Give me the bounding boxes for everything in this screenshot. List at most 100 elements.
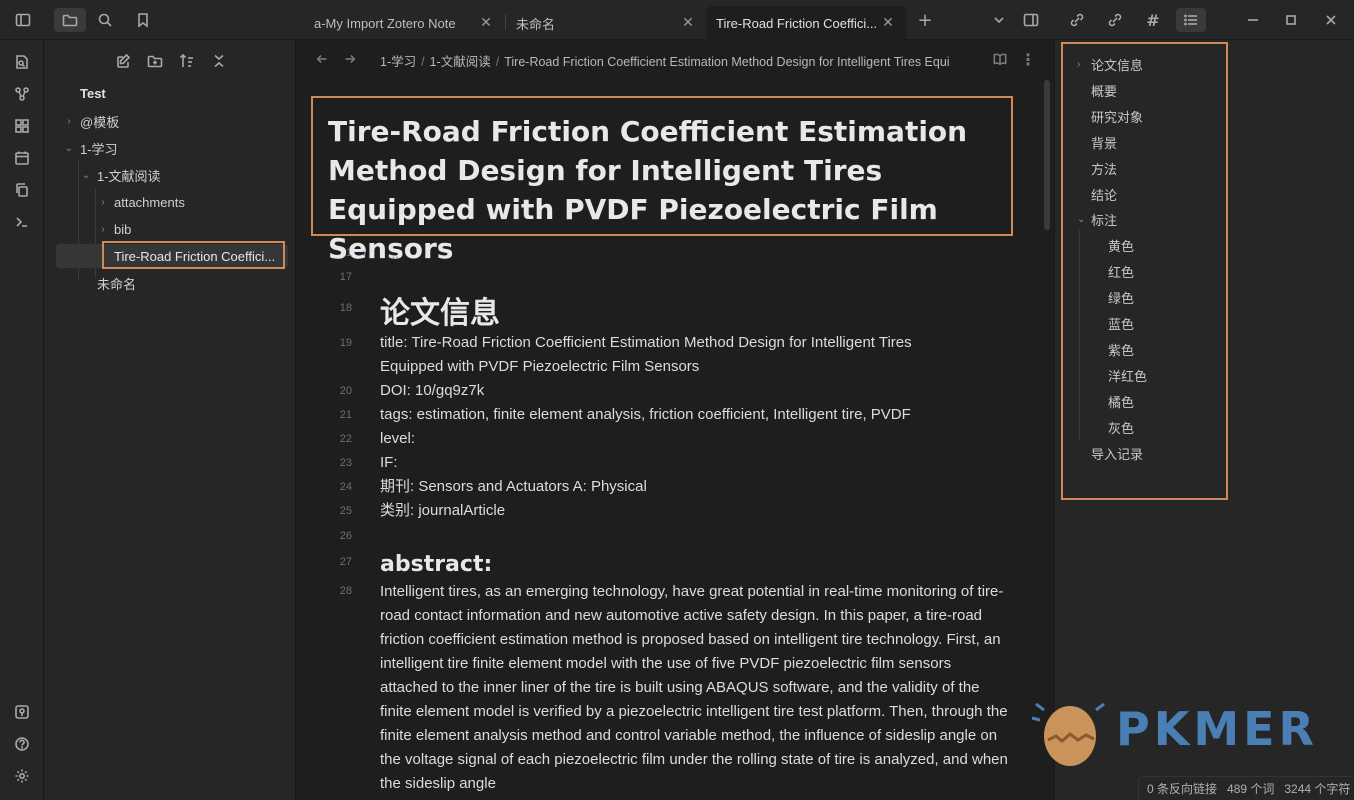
meta-journal[interactable]: 期刊: Sensors and Actuators A: Physical xyxy=(380,475,647,499)
outline-guide xyxy=(1079,230,1080,440)
outline-item[interactable]: 概要 xyxy=(1091,79,1117,101)
outline-item-annotations[interactable]: ⌄ 标注 xyxy=(1077,208,1117,230)
outline-item-paper-info[interactable]: › 论文信息 xyxy=(1077,53,1143,75)
vault-name[interactable]: Test xyxy=(80,86,106,101)
outline-item-label: 红色 xyxy=(1108,264,1135,280)
back-arrow-icon[interactable] xyxy=(312,48,332,70)
line-number: 25 xyxy=(339,505,352,517)
outline-item[interactable]: 黄色 xyxy=(1108,234,1134,256)
terminal-icon[interactable] xyxy=(10,210,34,234)
tab-zotero-note[interactable]: a-My Import Zotero Note ✕ xyxy=(304,6,504,40)
chevron-right-icon[interactable]: › xyxy=(362,246,367,260)
meta-doi[interactable]: DOI: 10/gq9z7k xyxy=(380,379,484,403)
outline-item[interactable]: 结论 xyxy=(1091,183,1117,205)
tree-item-label: @模板 xyxy=(80,114,120,130)
annotation-box xyxy=(311,96,1013,236)
backlink-count[interactable]: 0 条反向链接 xyxy=(1147,780,1217,797)
vault-switcher-icon[interactable] xyxy=(10,700,34,724)
tree-item-label: 1-文献阅读 xyxy=(97,168,161,184)
tree-folder-bib[interactable]: › bib xyxy=(96,216,131,242)
minimize-icon[interactable] xyxy=(1240,8,1266,32)
line-number: 20 xyxy=(339,385,352,397)
graph-view-icon[interactable] xyxy=(10,82,34,106)
line-number: 22 xyxy=(339,433,352,445)
outline-item-label: 橘色 xyxy=(1108,394,1135,410)
right-sidebar-toggle-icon[interactable] xyxy=(1018,8,1044,32)
outline-panel: › 论文信息 概要 研究对象 背景 方法 结论 ⌄ 标注 黄色 红色 绿色 蓝色… xyxy=(1054,40,1354,800)
open-quick-switcher-icon[interactable] xyxy=(10,50,34,74)
breadcrumb-item[interactable]: Tire-Road Friction Coefficient Estimatio… xyxy=(504,55,949,69)
meta-if[interactable]: IF: xyxy=(380,451,398,475)
close-icon[interactable]: ✕ xyxy=(478,15,494,31)
editor-pane: 1-学习/1-文献阅读 / Tire-Road Friction Coefficie… xyxy=(296,40,1054,800)
canvas-icon[interactable] xyxy=(10,114,34,138)
copy-icon[interactable] xyxy=(10,178,34,202)
folded-frontmatter[interactable]: ... xyxy=(388,242,399,266)
pkmer-watermark: PKMER xyxy=(1030,694,1330,770)
outline-item[interactable]: 蓝色 xyxy=(1108,312,1134,334)
meta-level[interactable]: level: xyxy=(380,427,415,451)
tree-folder-study[interactable]: ⌄ 1-学习 xyxy=(62,135,118,161)
bookmark-icon[interactable] xyxy=(130,8,156,32)
sidebar-toggle-icon[interactable] xyxy=(10,8,36,32)
backlinks-icon[interactable] xyxy=(1064,8,1090,32)
settings-gear-icon[interactable] xyxy=(10,764,34,788)
heading-paper-info[interactable]: 论文信息 xyxy=(380,292,500,336)
calendar-icon[interactable] xyxy=(10,146,34,170)
outline-item[interactable]: 紫色 xyxy=(1108,338,1134,360)
abstract-paragraph[interactable]: Intelligent tires, as an emerging techno… xyxy=(380,580,1010,796)
tab-untitled[interactable]: 未命名 ✕ xyxy=(506,6,706,40)
tree-folder-literature[interactable]: ⌄ 1-文献阅读 xyxy=(79,162,161,188)
outline-item[interactable]: 研究对象 xyxy=(1091,105,1143,127)
line-number: 24 xyxy=(339,481,352,493)
outline-item[interactable]: 导入记录 xyxy=(1091,442,1143,464)
tags-icon[interactable]: # xyxy=(1140,8,1166,32)
editor-scrollbar[interactable] xyxy=(1044,80,1050,230)
new-note-icon[interactable] xyxy=(110,50,136,72)
tree-file-untitled[interactable]: 未命名 xyxy=(97,270,136,296)
file-explorer: Test › @模板 ⌄ 1-学习 ⌄ 1-文献阅读 › attachments… xyxy=(44,40,296,800)
outline-item[interactable]: 方法 xyxy=(1091,157,1117,179)
breadcrumb-item[interactable]: 1-学习 xyxy=(380,55,416,69)
sort-icon[interactable] xyxy=(174,50,200,72)
outline-item-label: 洋红色 xyxy=(1108,368,1148,384)
search-icon[interactable] xyxy=(92,8,118,32)
line-number: 28 xyxy=(339,585,352,597)
outgoing-links-icon[interactable] xyxy=(1102,8,1128,32)
help-icon[interactable] xyxy=(10,732,34,756)
close-icon[interactable]: ✕ xyxy=(880,15,896,31)
close-icon[interactable]: ✕ xyxy=(680,15,696,31)
line-number: 21 xyxy=(339,409,352,421)
tab-tire-road[interactable]: Tire-Road Friction Coeffici... ✕ xyxy=(706,6,906,40)
forward-arrow-icon[interactable] xyxy=(340,48,360,70)
close-window-icon[interactable] xyxy=(1318,8,1344,32)
outline-item[interactable]: 橘色 xyxy=(1108,390,1134,412)
heading-abstract[interactable]: abstract: xyxy=(380,550,492,580)
breadcrumb-item[interactable]: 1-文献阅读 xyxy=(430,55,491,69)
meta-title[interactable]: title: Tire-Road Friction Coefficient Es… xyxy=(380,331,912,355)
outline-item[interactable]: 灰色 xyxy=(1108,416,1134,438)
outline-item[interactable]: 洋红色 xyxy=(1108,364,1147,386)
outline-item-label: 绿色 xyxy=(1108,290,1135,306)
outline-item[interactable]: 绿色 xyxy=(1108,286,1134,308)
chevron-down-icon[interactable] xyxy=(986,8,1012,32)
outline-item[interactable]: 红色 xyxy=(1108,260,1134,282)
folder-icon[interactable] xyxy=(54,8,86,32)
meta-tags[interactable]: tags: estimation, finite element analysi… xyxy=(380,403,911,427)
maximize-icon[interactable] xyxy=(1278,8,1304,32)
outline-icon[interactable] xyxy=(1176,8,1206,32)
outline-item[interactable]: 背景 xyxy=(1091,131,1117,153)
chevron-down-icon: ⌄ xyxy=(1077,213,1086,225)
chevron-down-icon: ⌄ xyxy=(64,142,74,154)
more-options-icon[interactable]: ⋮ xyxy=(1018,48,1038,70)
outline-item-label: 结论 xyxy=(1091,187,1118,203)
new-tab-icon[interactable]: + xyxy=(912,8,938,32)
meta-type[interactable]: 类别: journalArticle xyxy=(380,499,505,523)
tree-folder-template[interactable]: › @模板 xyxy=(62,108,119,134)
new-folder-icon[interactable] xyxy=(142,50,168,72)
word-count: 489 个词 xyxy=(1227,782,1275,796)
tree-folder-attachments[interactable]: › attachments xyxy=(96,189,185,215)
reading-view-icon[interactable] xyxy=(990,48,1010,70)
meta-title-cont[interactable]: Equipped with PVDF Piezoelectric Film Se… xyxy=(380,355,699,379)
collapse-all-icon[interactable] xyxy=(206,50,232,72)
